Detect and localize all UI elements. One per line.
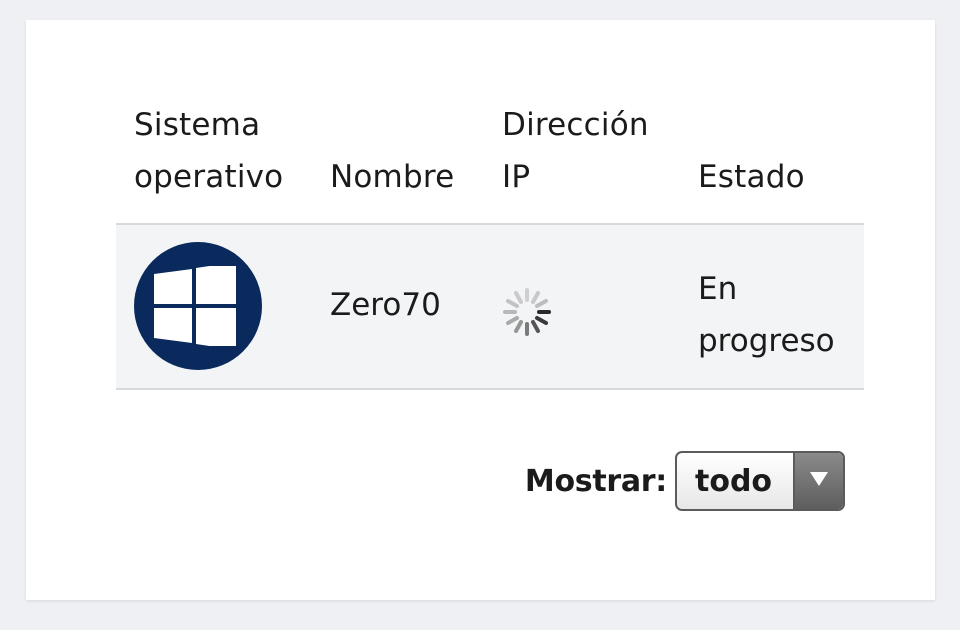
state-line2: progreso — [698, 323, 835, 359]
devices-table: Sistema operativo Nombre Dirección IP Es… — [116, 20, 864, 390]
header-ip-line2: IP — [502, 159, 531, 195]
loading-spinner-icon — [500, 285, 554, 339]
triangle-down-icon — [810, 472, 828, 486]
state-line1: En — [698, 271, 738, 307]
show-filter: Mostrar: todo — [525, 450, 845, 512]
header-name: Nombre — [330, 151, 454, 203]
dropdown-arrow-button[interactable] — [793, 453, 843, 509]
header-state-label: Estado — [698, 159, 805, 195]
windows-logo-icon — [154, 266, 236, 346]
table-header: Sistema operativo Nombre Dirección IP Es… — [116, 20, 864, 225]
show-filter-value: todo — [695, 464, 773, 499]
header-ip-address: Dirección IP — [502, 99, 649, 203]
devices-card: Sistema operativo Nombre Dirección IP Es… — [26, 20, 935, 600]
device-state: En progreso — [698, 263, 868, 367]
header-os-line2: operativo — [134, 159, 284, 195]
show-filter-select[interactable]: todo — [675, 451, 845, 511]
header-ip-line1: Dirección — [502, 107, 649, 143]
header-operating-system: Sistema operativo — [134, 99, 283, 203]
windows-icon — [134, 242, 262, 370]
header-os-line1: Sistema — [134, 107, 261, 143]
header-state: Estado — [698, 151, 805, 203]
table-row[interactable]: Zero70 En progreso — [116, 225, 864, 390]
device-name: Zero70 — [330, 287, 441, 323]
header-name-label: Nombre — [330, 159, 455, 195]
show-filter-label: Mostrar: — [524, 463, 667, 499]
